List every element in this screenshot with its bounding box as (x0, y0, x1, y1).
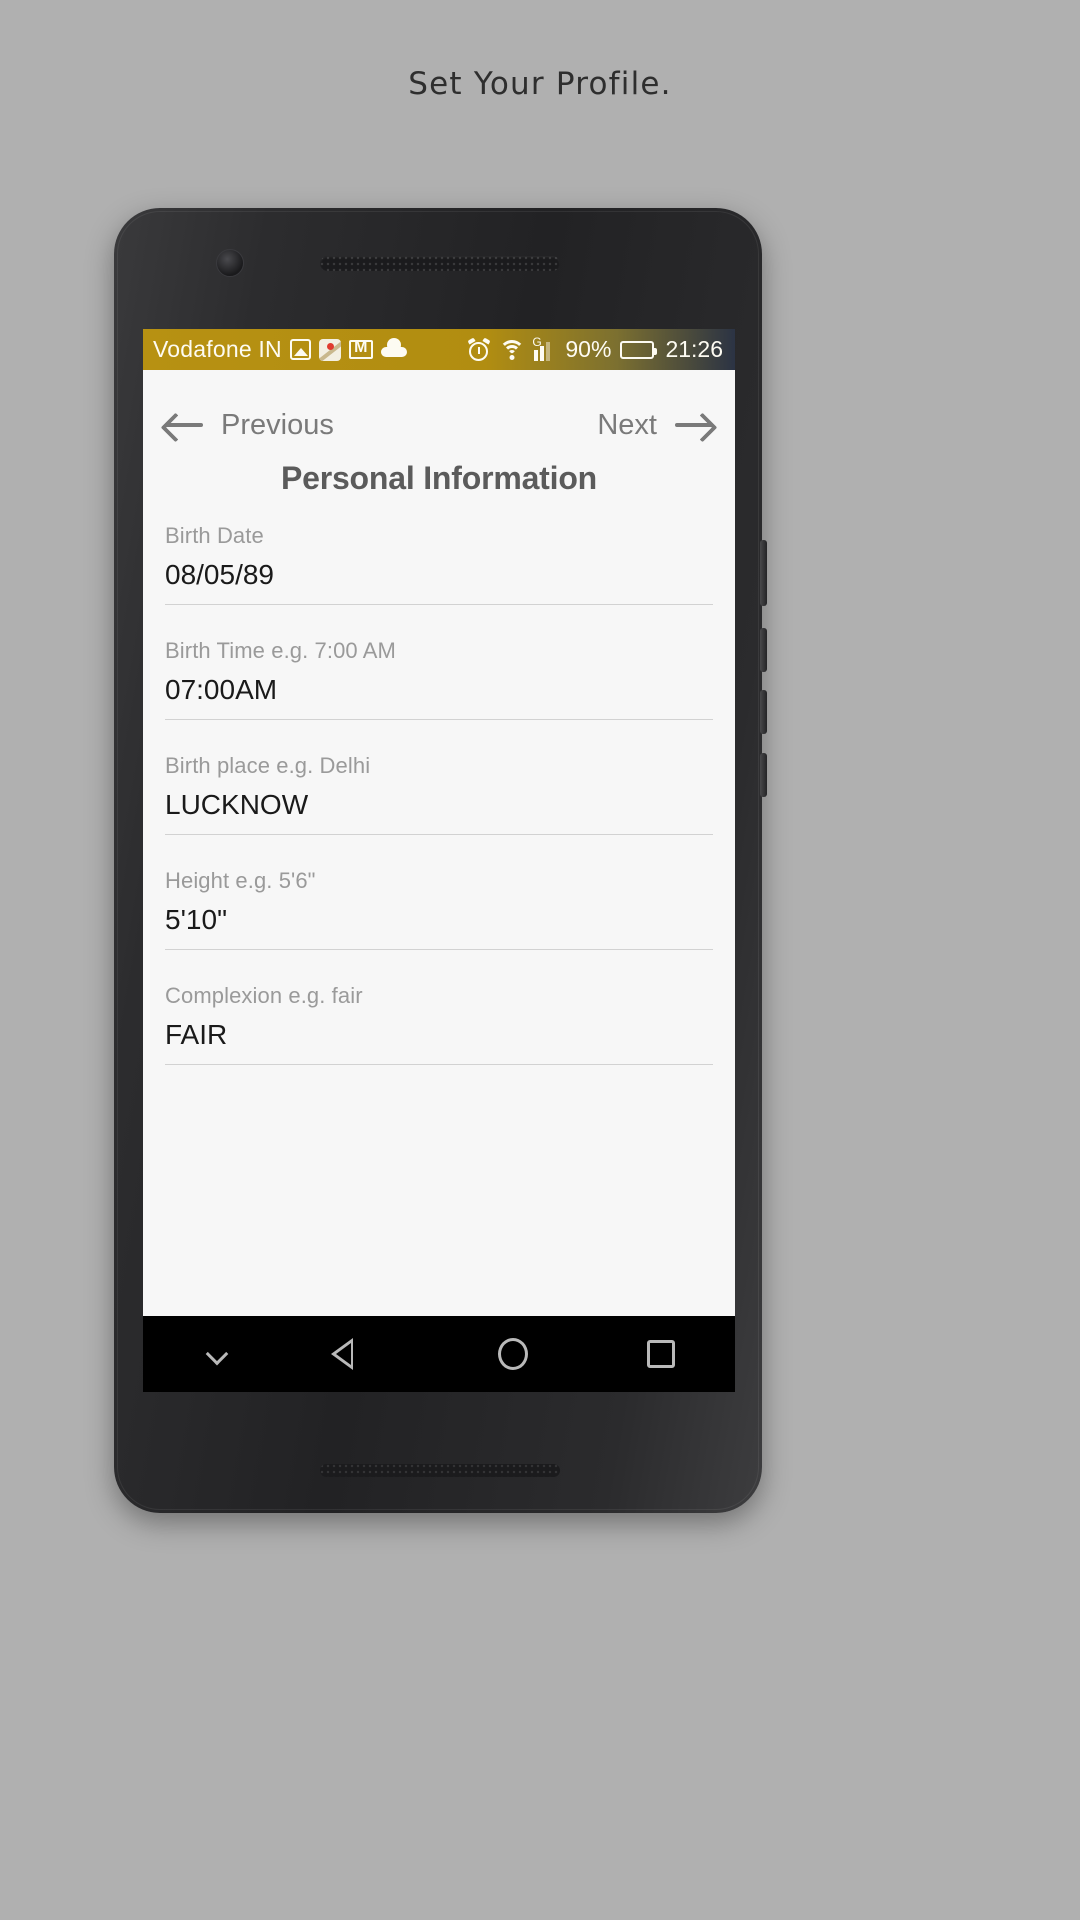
back-triangle-icon (331, 1337, 377, 1371)
front-camera (216, 249, 244, 277)
maps-icon (318, 338, 341, 361)
home-circle-icon (498, 1338, 528, 1370)
earpiece-speaker (320, 256, 560, 271)
clock-label: 21:26 (665, 336, 723, 362)
hide-keyboard-button[interactable] (143, 1344, 291, 1364)
battery-percent-label: 90% (565, 336, 612, 362)
wizard-nav-row: Previous Next (165, 370, 713, 446)
cloud-icon (380, 338, 407, 357)
recents-square-icon (647, 1340, 675, 1368)
volume-up-button[interactable] (760, 540, 767, 606)
birth-time-input[interactable]: 07:00AM (165, 674, 713, 720)
page-title: Set Your Profile. (408, 66, 672, 102)
power-button[interactable] (760, 690, 767, 734)
home-button[interactable] (439, 1338, 587, 1370)
alarm-icon (467, 337, 491, 361)
birth-place-input[interactable]: LUCKNOW (165, 789, 713, 835)
back-button[interactable] (291, 1337, 439, 1371)
signal-bars-icon: G (532, 334, 556, 361)
photos-icon (289, 339, 311, 360)
personal-information-form: Birth Date 08/05/89 Birth Time e.g. 7:00… (165, 523, 713, 1065)
section-title: Personal Information (280, 460, 598, 496)
field-birth-place: Birth place e.g. Delhi LUCKNOW (165, 753, 713, 835)
side-button-extra[interactable] (760, 753, 767, 797)
birth-date-input[interactable]: 08/05/89 (165, 559, 713, 605)
bottom-speaker-grille (320, 1464, 560, 1477)
gmail-icon (348, 338, 373, 359)
battery-icon (620, 340, 658, 359)
field-label: Birth Time e.g. 7:00 AM (165, 638, 396, 663)
next-button[interactable]: Next (597, 409, 713, 442)
field-birth-time: Birth Time e.g. 7:00 AM 07:00AM (165, 638, 713, 720)
field-birth-date: Birth Date 08/05/89 (165, 523, 713, 605)
android-navigation-bar (143, 1316, 735, 1392)
field-label: Height e.g. 5'6" (165, 868, 316, 893)
carrier-label: Vodafone IN (153, 336, 282, 362)
previous-button[interactable]: Previous (165, 409, 334, 442)
status-bar: Vodafone IN G 90% (143, 329, 735, 370)
phone-screen: Vodafone IN G 90% (143, 329, 735, 1392)
field-label: Birth place e.g. Delhi (165, 753, 371, 778)
arrow-left-icon (165, 412, 203, 438)
complexion-input[interactable]: FAIR (165, 1019, 713, 1065)
network-type-label: G (532, 334, 542, 349)
field-label: Birth Date (165, 523, 264, 548)
field-complexion: Complexion e.g. fair FAIR (165, 983, 713, 1065)
phone-device-frame: Vodafone IN G 90% (114, 208, 767, 1513)
field-height: Height e.g. 5'6" 5'10" (165, 868, 713, 950)
wifi-icon (499, 339, 526, 360)
height-input[interactable]: 5'10" (165, 904, 713, 950)
status-bar-right: G 90% 21:26 (467, 334, 723, 363)
recents-button[interactable] (587, 1340, 735, 1368)
volume-down-button[interactable] (760, 628, 767, 672)
next-button-label: Next (597, 408, 657, 441)
field-label: Complexion e.g. fair (165, 983, 363, 1008)
chevron-down-icon (207, 1344, 227, 1364)
arrow-right-icon (675, 412, 713, 438)
previous-button-label: Previous (221, 408, 334, 441)
app-content: Previous Next Personal Information Birth… (143, 370, 735, 1392)
status-bar-left: Vodafone IN (153, 336, 468, 363)
